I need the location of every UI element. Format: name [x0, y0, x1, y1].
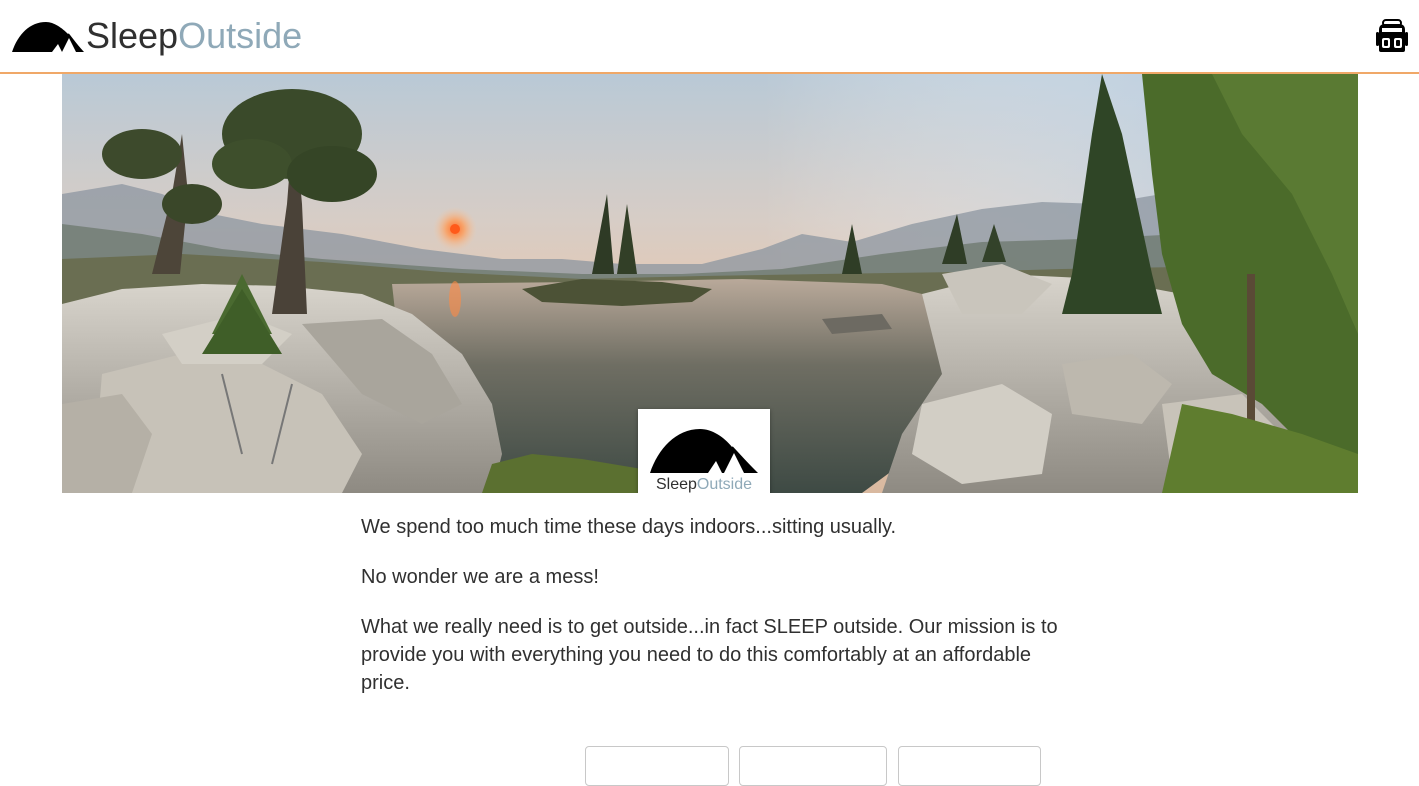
site-logo-link[interactable]: SleepOutside	[12, 14, 302, 58]
mission-paragraph: What we really need is to get outside...…	[361, 616, 1058, 694]
site-header: SleepOutside	[0, 0, 1419, 74]
hero-logo-badge: SleepOutside	[638, 409, 770, 493]
badge-outside-text: Outside	[696, 476, 753, 493]
mission-paragraph: We spend too much time these days indoor…	[361, 516, 897, 538]
tent-logo-icon	[650, 427, 758, 473]
badge-sleep-text: Sleep	[655, 476, 697, 493]
mission-section: We spend too much time these days indoor…	[361, 513, 1061, 719]
logo-sleep-text: Sleep	[86, 15, 179, 56]
hero-badge-text: SleepOutside	[638, 475, 770, 493]
hero-image: SleepOutside	[62, 74, 1358, 493]
category-button[interactable]	[739, 746, 887, 786]
backpack-icon	[1375, 19, 1409, 58]
mission-paragraph: No wonder we are a mess!	[361, 566, 599, 588]
category-button[interactable]	[585, 746, 729, 786]
cart-link[interactable]	[1375, 18, 1409, 54]
site-logo-text: SleepOutside	[86, 14, 302, 58]
tent-logo-icon	[12, 20, 84, 52]
logo-outside-text: Outside	[178, 15, 303, 56]
category-button[interactable]	[898, 746, 1041, 786]
